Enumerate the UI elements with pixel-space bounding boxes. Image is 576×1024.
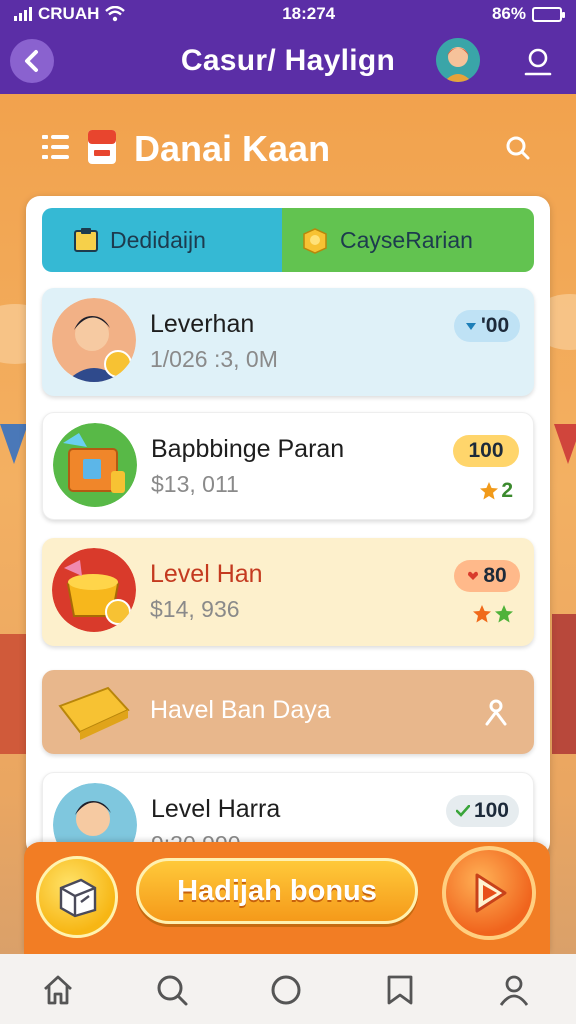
list-item[interactable]: Bapbbinge Paran $13, 011 100 2 — [42, 412, 534, 520]
battery-percent: 86% — [491, 4, 526, 23]
clock: 18:274 — [282, 4, 336, 23]
page-header: Danai Kaan — [0, 110, 576, 182]
score-value: 80 — [483, 564, 507, 587]
score-badge: 100 — [453, 435, 519, 467]
treasure-avatar — [52, 548, 136, 632]
rating: 2 — [479, 479, 513, 503]
list-item[interactable]: Leverhan 1/026 :3, 0M '00 — [42, 288, 534, 396]
play-icon — [475, 873, 507, 913]
play-button[interactable] — [442, 846, 536, 940]
status-bar: CRUAH 18:274 86% — [0, 0, 576, 28]
item-title: Bapbbinge Paran — [151, 435, 345, 463]
item-amount: $13, 011 — [151, 471, 239, 497]
item-title: Havel Ban Daya — [150, 696, 331, 724]
circle-icon — [271, 975, 301, 1005]
nav-bookmark[interactable] — [380, 970, 420, 1010]
calendar-badge-icon — [86, 126, 118, 166]
item-title: Leverhan — [150, 310, 255, 338]
tab-label: CayseRarian — [340, 226, 473, 253]
item-amount: $14, 936 — [150, 596, 240, 622]
app-bar: Casur/ Haylign — [0, 28, 576, 94]
search-button[interactable] — [500, 130, 536, 166]
wifi-icon — [105, 6, 126, 22]
gift-button[interactable] — [36, 856, 118, 938]
nav-profile[interactable] — [494, 970, 534, 1010]
score-value: '00 — [480, 314, 510, 337]
rating-value: 2 — [501, 479, 513, 502]
list-item[interactable]: Level Han $14, 936 80 — [42, 538, 534, 646]
profile-button[interactable] — [520, 44, 556, 80]
tab-dedidaijn[interactable]: Dedidaijn — [42, 208, 282, 272]
profile-icon — [524, 48, 552, 76]
person-icon[interactable] — [482, 698, 510, 726]
avatar[interactable] — [436, 38, 480, 82]
rating — [472, 604, 514, 624]
bottom-nav — [0, 954, 576, 1024]
bonus-button-label: Hadijah bonus — [177, 874, 377, 907]
score-value: 100 — [468, 439, 504, 462]
tab-cayserarian[interactable]: CayseRarian — [282, 208, 534, 272]
coin-box-icon — [303, 228, 327, 254]
bonus-button[interactable]: Hadijah bonus — [136, 858, 418, 924]
score-badge: 80 — [454, 560, 520, 592]
gift-box-icon — [59, 878, 97, 918]
avatar — [52, 298, 136, 382]
page-title: Danai Kaan — [134, 128, 331, 169]
search-icon — [157, 975, 188, 1006]
content-panel: Dedidaijn CayseRarian Leverhan 1/026 :3,… — [26, 196, 550, 856]
menu-icon[interactable] — [42, 134, 72, 165]
score-badge: 100 — [445, 795, 519, 827]
star-icon — [495, 605, 513, 623]
chest-avatar — [53, 423, 137, 507]
item-title: Level Han — [150, 560, 263, 588]
nav-search[interactable] — [152, 970, 192, 1010]
nav-circle[interactable] — [266, 970, 306, 1010]
signal-icon — [14, 7, 32, 21]
app-title: Casur/ Haylign — [180, 44, 396, 77]
bonus-action-bar: Hadijah bonus — [24, 842, 550, 954]
star-icon — [480, 482, 499, 500]
score-badge: '00 — [454, 310, 520, 342]
heart-icon — [468, 571, 479, 580]
battery-icon — [531, 6, 565, 22]
nav-home[interactable] — [38, 970, 78, 1010]
item-title: Level Harra — [151, 795, 281, 823]
diamond-icon — [465, 323, 476, 330]
star-icon — [473, 605, 491, 623]
carrier-label: CRUAH — [38, 4, 100, 23]
tab-label: Dedidaijn — [110, 226, 206, 253]
user-icon — [499, 975, 529, 1006]
gold-bar-icon — [58, 686, 130, 740]
tab-bar: Dedidaijn CayseRarian — [42, 208, 534, 272]
score-value: 100 — [473, 799, 509, 822]
list-item[interactable]: Havel Ban Daya — [42, 670, 534, 754]
bookmark-icon — [387, 975, 413, 1005]
check-icon — [455, 805, 470, 817]
home-icon — [44, 975, 72, 1005]
item-amount: 1/026 :3, 0M — [150, 346, 278, 372]
clipboard-icon — [74, 228, 98, 252]
search-icon — [506, 136, 530, 160]
